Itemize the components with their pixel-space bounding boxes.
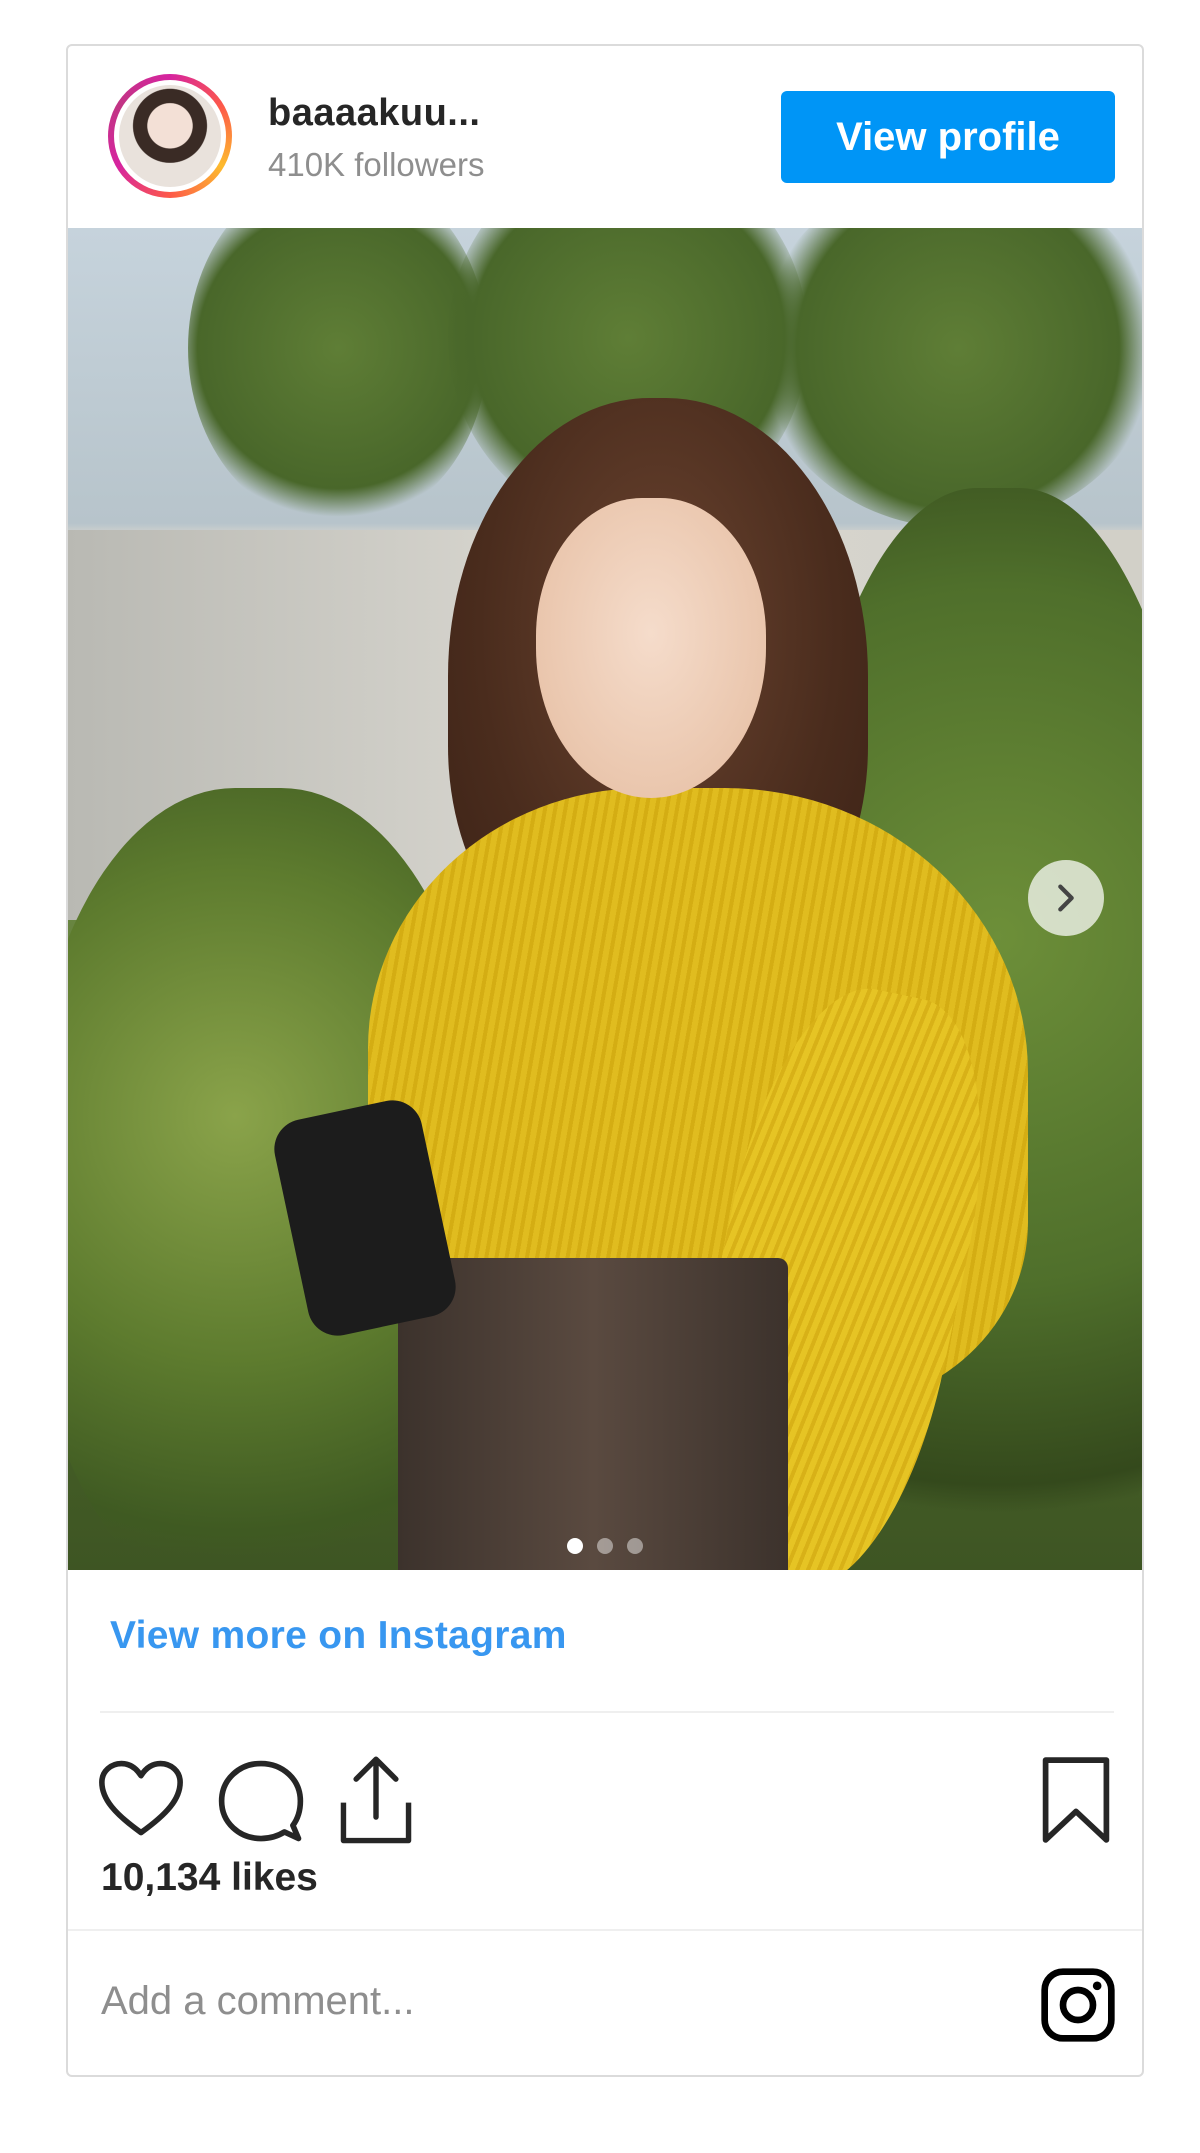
action-bar [68, 1746, 1142, 1856]
carousel-next-button[interactable] [1028, 860, 1104, 936]
background-tree [758, 228, 1142, 528]
follower-count: 410K followers [268, 146, 485, 183]
carousel-indicator [68, 1538, 1142, 1554]
chevron-right-icon [1058, 884, 1074, 912]
divider [68, 1929, 1142, 1931]
post-header: baaaakuu... 410K followers View profile [68, 46, 1142, 226]
heart-icon[interactable] [96, 1758, 186, 1840]
like-count[interactable]: 10,134 likes [101, 1856, 318, 1900]
instagram-logo-icon[interactable] [1038, 1965, 1118, 2045]
comment-input[interactable] [101, 1971, 921, 2031]
subject-face [536, 498, 766, 798]
avatar[interactable] [108, 74, 232, 198]
post-photo[interactable] [68, 228, 1142, 1570]
carousel-dot [627, 1538, 643, 1554]
view-more-link[interactable]: View more on Instagram [110, 1614, 567, 1658]
carousel-dot [597, 1538, 613, 1554]
username[interactable]: baaaakuu... [268, 92, 480, 135]
comment-bubble-icon[interactable] [216, 1756, 306, 1846]
avatar-image [119, 85, 221, 187]
bookmark-icon[interactable] [1038, 1754, 1114, 1846]
subject-pants [398, 1258, 788, 1570]
carousel-dot [567, 1538, 583, 1554]
divider [100, 1711, 1114, 1713]
view-profile-button[interactable]: View profile [781, 91, 1115, 183]
share-upload-icon[interactable] [336, 1752, 416, 1846]
instagram-embed-card: baaaakuu... 410K followers View profile … [66, 44, 1144, 2077]
background-tree [188, 228, 488, 528]
